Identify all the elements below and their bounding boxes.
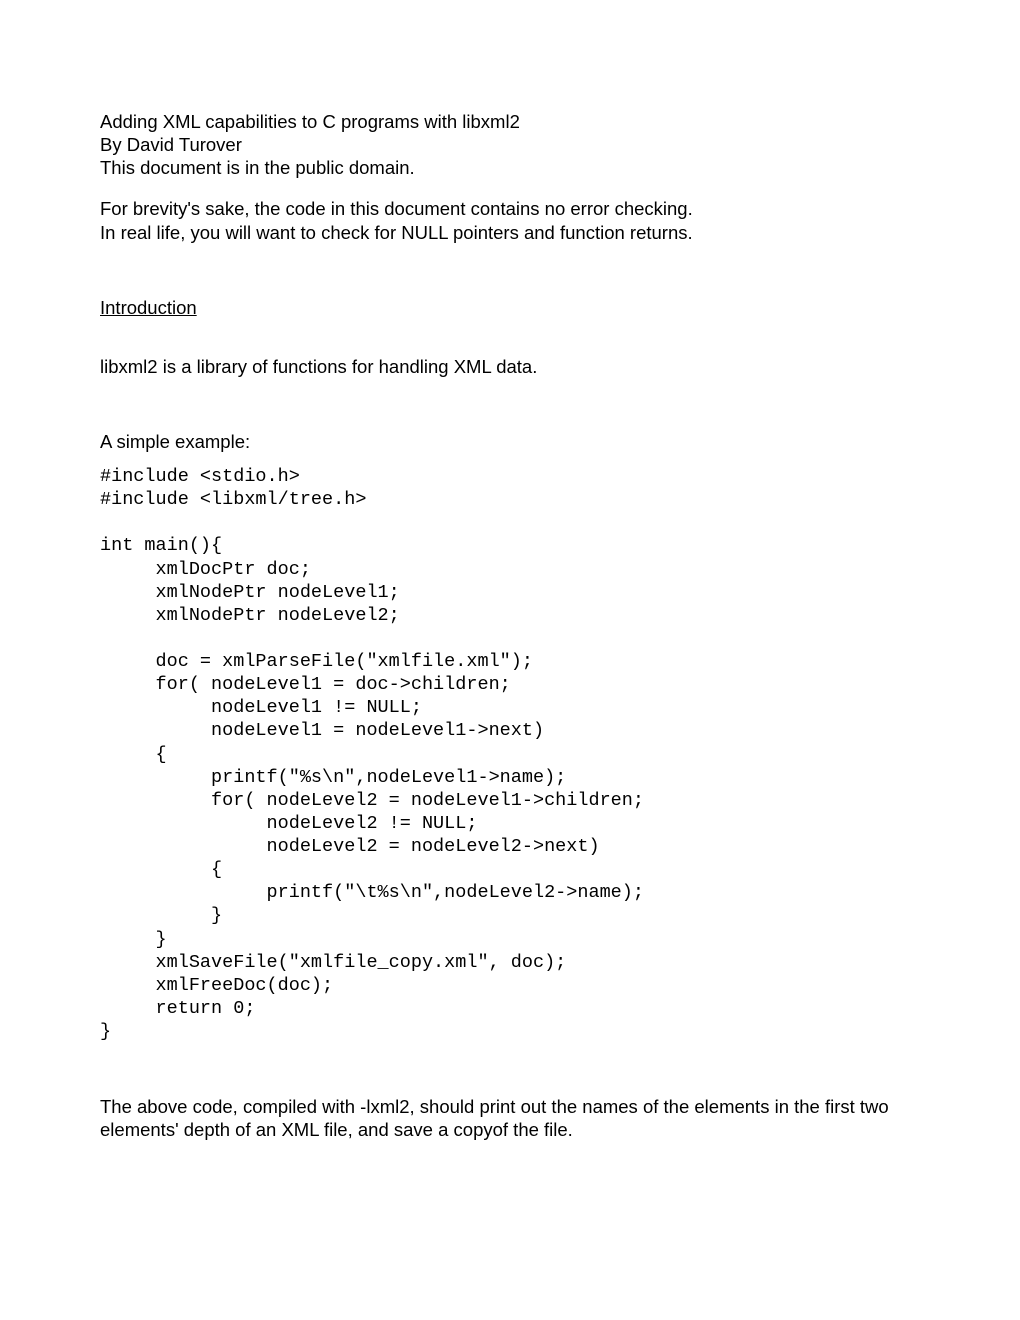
caveat-line-1: For brevity's sake, the code in this doc…: [100, 197, 920, 220]
section-description: libxml2 is a library of functions for ha…: [100, 355, 920, 378]
caveat-block: For brevity's sake, the code in this doc…: [100, 197, 920, 243]
document-license: This document is in the public domain.: [100, 156, 920, 179]
section-heading-introduction: Introduction: [100, 296, 920, 319]
document-page: Adding XML capabilities to C programs wi…: [0, 0, 1020, 1241]
example-label: A simple example:: [100, 430, 920, 453]
header-block: Adding XML capabilities to C programs wi…: [100, 110, 920, 179]
caveat-line-2: In real life, you will want to check for…: [100, 221, 920, 244]
document-title: Adding XML capabilities to C programs wi…: [100, 110, 920, 133]
closing-paragraph: The above code, compiled with -lxml2, sh…: [100, 1095, 920, 1141]
code-block: #include <stdio.h> #include <libxml/tree…: [100, 465, 920, 1043]
document-author: By David Turover: [100, 133, 920, 156]
